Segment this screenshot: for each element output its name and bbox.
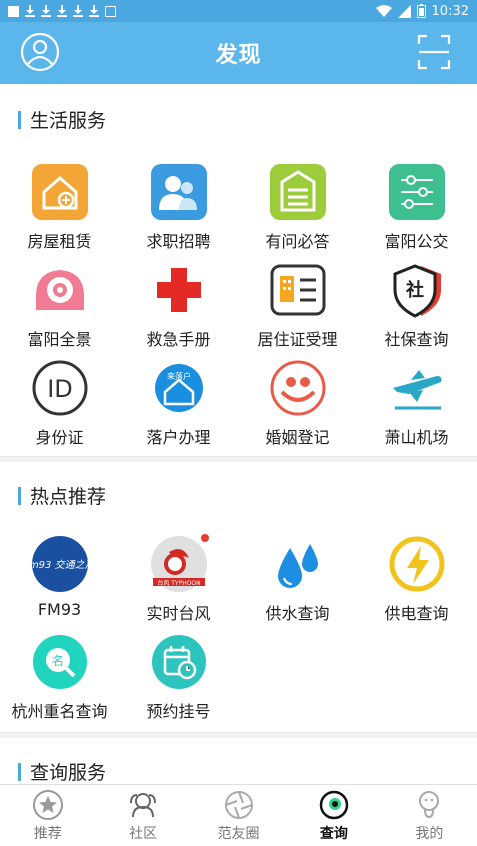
signal-icon [397, 4, 411, 18]
discover-content: 生活服务 房屋租赁 求职招聘 有问必答 富阳公交 富阳全景 救急手册 居住证受理… [0, 84, 477, 784]
svg-text:名: 名 [51, 653, 63, 668]
tab-query[interactable]: 查询 [286, 785, 381, 846]
community-icon [130, 792, 157, 817]
hot-power[interactable]: 供电查询 [357, 534, 476, 624]
download-icon [89, 5, 99, 17]
tab-recommend[interactable]: 推荐 [0, 785, 95, 846]
status-bar: 10:32 [0, 0, 477, 22]
panorama-icon [35, 270, 84, 310]
query-icon [319, 790, 349, 819]
service-qa[interactable]: 有问必答 [238, 162, 357, 252]
section-title: 查询服务 [18, 758, 106, 784]
hot-name-search[interactable]: 名 杭州重名查询 [0, 632, 119, 722]
download-icon [73, 5, 83, 17]
service-bus[interactable]: 富阳公交 [357, 162, 476, 252]
section-divider [0, 732, 477, 738]
tab-community[interactable]: 社区 [95, 785, 190, 846]
first-aid-icon [156, 268, 201, 312]
svg-text:社: 社 [406, 279, 424, 301]
section-divider [0, 456, 477, 462]
bus-icon [388, 164, 445, 220]
hot-fm93[interactable]: fm93 交通之声 FM93 [0, 534, 119, 619]
house-rental-icon [31, 164, 88, 220]
service-job-recruit[interactable]: 求职招聘 [119, 162, 238, 252]
section-title: 热点推荐 [18, 482, 106, 509]
user-avatar-icon[interactable] [20, 32, 60, 72]
star-icon [32, 789, 63, 820]
service-social-security[interactable]: 社 社保查询 [357, 260, 476, 350]
tab-mine[interactable]: 我的 [382, 785, 477, 846]
svg-text:台风 TYPHOON: 台风 TYPHOON [157, 579, 200, 587]
service-residence-permit[interactable]: 居住证受理 [238, 260, 357, 350]
service-airport[interactable]: 萧山机场 [357, 358, 476, 448]
name-search-icon: 名 [32, 635, 87, 689]
svg-text:ID: ID [47, 375, 73, 403]
status-time: 10:32 [431, 3, 469, 19]
download-icon [57, 5, 67, 17]
service-house-rental[interactable]: 房屋租赁 [0, 162, 119, 252]
svg-text:fm93 交通之声: fm93 交通之声 [30, 559, 90, 571]
fm93-icon: fm93 交通之声 [30, 536, 90, 592]
typhoon-icon: 台风 TYPHOON [150, 536, 207, 592]
page-title: 发现 [215, 43, 262, 68]
qa-icon [269, 164, 326, 220]
residence-permit-icon [270, 264, 325, 316]
service-first-aid[interactable]: 救急手册 [119, 260, 238, 350]
service-marriage[interactable]: 婚姻登记 [238, 358, 357, 448]
wifi-icon [375, 4, 392, 17]
top-bar: 发现 [0, 22, 477, 84]
download-icon [41, 5, 51, 17]
airport-icon [392, 370, 441, 410]
image-notification-icon [105, 5, 116, 17]
water-icon [277, 544, 318, 588]
hot-typhoon[interactable]: 台风 TYPHOON 实时台风 [119, 532, 238, 624]
new-badge-dot [199, 532, 211, 544]
id-card-icon: ID [32, 360, 87, 416]
section-title: 生活服务 [18, 106, 106, 133]
hot-appointment[interactable]: 预约挂号 [119, 632, 238, 722]
marriage-icon [270, 360, 325, 416]
scan-icon[interactable] [417, 34, 451, 70]
power-icon [389, 536, 444, 592]
service-id-card[interactable]: ID 身份证 [0, 358, 119, 448]
job-recruit-icon [150, 164, 207, 220]
battery-icon [416, 4, 426, 18]
household-icon: 来落户 [154, 364, 203, 412]
bottom-tab-bar: 推荐 社区 范友圈 查询 我的 [0, 784, 477, 846]
tab-circle[interactable]: 范友圈 [191, 785, 286, 846]
social-security-icon: 社 [393, 264, 441, 318]
download-icon [25, 5, 35, 17]
appointment-icon [151, 635, 206, 689]
profile-icon [419, 790, 440, 818]
service-panorama[interactable]: 富阳全景 [0, 260, 119, 350]
aperture-icon [224, 790, 253, 819]
hot-water[interactable]: 供水查询 [238, 534, 357, 624]
notification-square-icon [8, 5, 19, 17]
notification-icons [8, 5, 116, 17]
service-household[interactable]: 来落户 落户办理 [119, 358, 238, 448]
svg-text:来落户: 来落户 [167, 371, 191, 381]
